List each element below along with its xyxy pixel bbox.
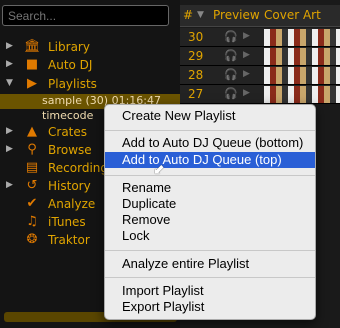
track-number: 29 (188, 49, 204, 63)
menu-separator (105, 175, 315, 176)
column-header-preview[interactable]: Preview (213, 8, 260, 22)
track-number: 28 (188, 68, 204, 82)
cover-art-image (264, 48, 340, 65)
menu-item-add-autodj-bottom[interactable]: Add to Auto DJ Queue (bottom) (105, 135, 315, 151)
mouse-cursor-icon: ⬋ (153, 162, 165, 178)
menu-item-import-playlist[interactable]: Import Playlist (105, 283, 315, 299)
column-header-number[interactable]: # (183, 8, 193, 22)
menu-separator (105, 250, 315, 251)
traktor-icon: ❂ (26, 232, 38, 247)
playlist-item-timecode[interactable]: timecode (42, 109, 93, 124)
menu-item-create-new-playlist[interactable]: Create New Playlist (105, 108, 315, 124)
table-row[interactable]: 30 🎧 ▶ (180, 28, 340, 47)
autodj-icon: ■ (25, 57, 39, 72)
column-header-cover-art[interactable]: Cover Art (264, 8, 321, 22)
track-number: 30 (188, 30, 204, 44)
sort-arrow-icon: ▼ (197, 10, 204, 20)
sidebar-item-label: Analyze (48, 197, 96, 211)
itunes-icon: ♫ (26, 214, 38, 229)
table-row[interactable]: 29 🎧 ▶ (180, 47, 340, 66)
headphones-icon[interactable]: 🎧 (224, 30, 238, 43)
menu-item-analyze-entire-playlist[interactable]: Analyze entire Playlist (105, 256, 315, 272)
history-icon: ↺ (26, 178, 38, 193)
menu-separator (105, 277, 315, 278)
play-icon[interactable]: ▶ (243, 88, 250, 98)
menu-item-export-playlist[interactable]: Export Playlist (105, 299, 315, 315)
search-icon: ⚲ (27, 142, 37, 157)
crates-icon: ▲ (27, 124, 37, 139)
sidebar-item-library[interactable]: ▶ 🏛 Library (0, 39, 180, 56)
menu-item-remove[interactable]: Remove (105, 212, 315, 228)
sidebar-item-label: Library (48, 40, 90, 54)
table-row[interactable]: 28 🎧 ▶ (180, 66, 340, 85)
table-row[interactable]: 27 🎧 ▶ (180, 85, 340, 104)
play-icon[interactable]: ▶ (243, 69, 250, 79)
cover-art-image (264, 86, 340, 103)
headphones-icon[interactable]: 🎧 (224, 68, 238, 81)
sidebar-item-label: Auto DJ (48, 58, 93, 72)
play-icon[interactable]: ▶ (243, 50, 250, 60)
playlist-icon: ▶ (27, 76, 37, 91)
cover-art-image (264, 67, 340, 84)
sidebar-item-label: History (48, 179, 91, 193)
play-icon[interactable]: ▶ (243, 31, 250, 41)
sidebar-item-autodj[interactable]: ▶ ■ Auto DJ (0, 57, 180, 74)
sidebar-item-label: Recording (48, 161, 109, 175)
expand-arrow-icon[interactable]: ▶ (6, 144, 13, 154)
sidebar-item-label: Traktor (48, 233, 90, 247)
recording-icon: ▤ (25, 160, 39, 175)
headphones-icon[interactable]: 🎧 (224, 49, 238, 62)
sidebar-item-label: Playlists (48, 77, 97, 91)
headphones-icon[interactable]: 🎧 (224, 87, 238, 100)
menu-item-rename[interactable]: Rename (105, 180, 315, 196)
sidebar-item-label: iTunes (48, 215, 86, 229)
sidebar-item-label: Crates (48, 125, 88, 139)
expand-arrow-icon[interactable]: ▶ (6, 126, 13, 136)
column-header-row: # ▼ Preview Cover Art (180, 5, 340, 27)
menu-item-duplicate[interactable]: Duplicate (105, 196, 315, 212)
sidebar-item-playlists[interactable]: ▼ ▶ Playlists (0, 76, 180, 93)
cover-art-image (264, 29, 340, 46)
collapse-arrow-icon[interactable]: ▼ (6, 78, 13, 88)
analyze-icon: ✔ (26, 196, 38, 211)
track-number: 27 (188, 87, 204, 101)
expand-arrow-icon[interactable]: ▶ (6, 59, 13, 69)
menu-item-add-autodj-top[interactable]: Add to Auto DJ Queue (top) (105, 152, 315, 168)
library-icon: 🏛 (24, 39, 41, 54)
menu-item-lock[interactable]: Lock (105, 228, 315, 244)
playlist-context-menu: Create New Playlist Add to Auto DJ Queue… (104, 104, 316, 320)
expand-arrow-icon[interactable]: ▶ (6, 180, 13, 190)
menu-separator (105, 130, 315, 131)
sidebar-item-label: Browse (48, 143, 92, 157)
search-input[interactable] (2, 5, 169, 26)
expand-arrow-icon[interactable]: ▶ (6, 41, 13, 51)
